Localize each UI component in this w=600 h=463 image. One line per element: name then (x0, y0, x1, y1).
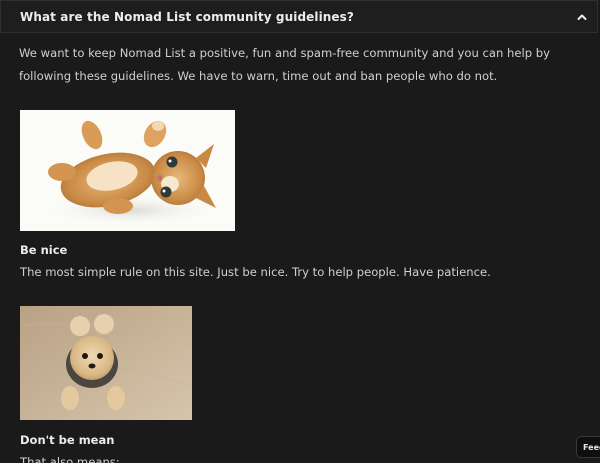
kitten-image (20, 110, 235, 231)
rule-title: Be nice (20, 243, 68, 257)
chevron-up-icon[interactable] (575, 10, 589, 24)
faq-question-header[interactable]: What are the Nomad List community guidel… (0, 0, 598, 33)
dog-image (20, 306, 192, 420)
rule-text: That also means: (20, 455, 120, 463)
faq-answer: We want to keep Nomad List a positive, f… (19, 42, 579, 88)
guidelines-intro: We want to keep Nomad List a positive, f… (19, 46, 551, 83)
faq-question-title: What are the Nomad List community guidel… (20, 10, 354, 24)
rule-title: Don't be mean (20, 433, 115, 447)
feedback-button[interactable]: Feedback (576, 436, 600, 458)
faq-panel: What are the Nomad List community guidel… (0, 0, 600, 463)
rule-text: The most simple rule on this site. Just … (20, 265, 491, 279)
